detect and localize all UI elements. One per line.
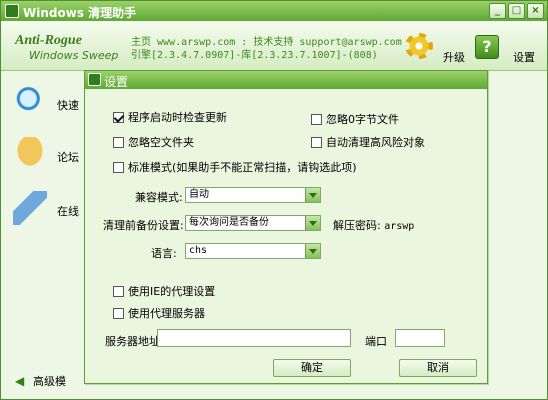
main-header: Anti-Rogue Windows Sweep 主页 www.arswp.co… xyxy=(1,21,547,71)
close-button[interactable]: × xyxy=(527,3,544,19)
checkbox-box[interactable] xyxy=(311,136,322,148)
language-select[interactable]: chs xyxy=(185,243,321,259)
cancel-button[interactable]: 取消 xyxy=(399,359,477,377)
checkbox-label: 使用代理服务器 xyxy=(128,307,205,320)
checkbox-box[interactable] xyxy=(113,111,124,123)
chevron-down-icon[interactable] xyxy=(305,244,320,258)
compat-mode-select[interactable]: 自动 xyxy=(185,187,321,203)
auto-clean-high-risk-checkbox[interactable]: 自动清理高风险对象 xyxy=(311,134,425,150)
sidebar-item-label: 在线 xyxy=(57,205,79,218)
checkbox-label: 使用IE的代理设置 xyxy=(128,285,216,298)
select-value: chs xyxy=(189,245,208,256)
checkbox-box[interactable] xyxy=(113,161,124,173)
checkbox-box[interactable] xyxy=(113,307,124,319)
select-value: 自动 xyxy=(189,189,209,200)
server-address-input[interactable] xyxy=(157,329,351,347)
unzip-password-value: arswp xyxy=(384,221,415,232)
language-label: 语言: xyxy=(151,247,177,260)
backup-setting-select[interactable]: 每次询问是否备份 xyxy=(185,215,321,231)
advanced-mode-link[interactable]: 高级模 xyxy=(33,373,66,389)
standard-mode-checkbox[interactable]: 标准模式(如果助手不能正常扫描，请钩选此项) xyxy=(113,159,357,175)
compat-mode-label: 兼容模式: xyxy=(135,191,183,204)
unzip-password-title: 解压密码: xyxy=(333,219,381,232)
ok-button[interactable]: 确定 xyxy=(273,359,351,377)
ignore-zero-byte-checkbox[interactable]: 忽略0字节文件 xyxy=(311,111,399,127)
checkbox-box[interactable] xyxy=(311,113,322,125)
checkbox-label: 标准模式(如果助手不能正常扫描，请钩选此项) xyxy=(128,161,357,174)
minimize-button[interactable]: _ xyxy=(489,3,506,19)
dialog-titlebar[interactable]: 设置 xyxy=(85,71,487,89)
checkbox-label: 程序启动时检查更新 xyxy=(128,111,227,124)
gear-icon[interactable] xyxy=(405,33,433,59)
settings-dialog: 设置 程序启动时检查更新 忽略0字节文件 忽略空文件夹 自动清理高风险对象 标准… xyxy=(84,70,488,384)
check-update-checkbox[interactable]: 程序启动时检查更新 xyxy=(113,109,227,125)
checkbox-box[interactable] xyxy=(113,136,124,148)
info-line2: 引擎[2.3.4.7.0907]-库[2.3.23.7.1007]-(808) xyxy=(131,50,378,61)
backup-setting-label: 清理前备份设置: xyxy=(103,219,184,232)
select-value: 每次询问是否备份 xyxy=(189,217,269,228)
dialog-app-icon xyxy=(88,73,101,86)
maximize-button[interactable]: □ xyxy=(508,3,525,19)
use-proxy-server-checkbox[interactable]: 使用代理服务器 xyxy=(113,305,205,321)
sidebar-item-online[interactable]: 在线 xyxy=(9,191,83,231)
server-address-label: 服务器地址 xyxy=(105,335,160,348)
checkbox-label: 忽略0字节文件 xyxy=(326,113,399,126)
unzip-password-label: 解压密码: arswp xyxy=(333,217,414,233)
window-title: Windows 清理助手 xyxy=(23,6,137,20)
use-ie-proxy-checkbox[interactable]: 使用IE的代理设置 xyxy=(113,283,215,299)
app-icon xyxy=(5,4,19,18)
sidebar-item-forum[interactable]: 论坛 xyxy=(9,137,83,177)
checkbox-box[interactable] xyxy=(113,285,124,297)
sidebar-item-label: 论坛 xyxy=(57,151,79,164)
sidebar-item-label: 快速 xyxy=(57,99,79,112)
sidebar-item-quick[interactable]: 快速 xyxy=(9,85,83,125)
chevron-down-icon[interactable] xyxy=(305,188,320,202)
port-label: 端口 xyxy=(365,335,387,348)
online-icon xyxy=(13,191,47,225)
logo-line2: Windows Sweep xyxy=(29,49,119,62)
chevron-down-icon[interactable] xyxy=(305,216,320,230)
checkbox-label: 自动清理高风险对象 xyxy=(326,136,425,149)
upgrade-label[interactable]: 升级 xyxy=(443,49,465,65)
dialog-title: 设置 xyxy=(104,75,129,89)
magnifier-icon xyxy=(13,85,47,119)
arrow-left-icon: ◀ xyxy=(15,374,25,388)
ignore-empty-folder-checkbox[interactable]: 忽略空文件夹 xyxy=(113,134,194,150)
port-input[interactable] xyxy=(395,329,445,347)
main-titlebar[interactable]: Windows 清理助手 _ □ × xyxy=(1,1,547,21)
logo-line1: Anti-Rogue xyxy=(15,33,82,48)
checkbox-label: 忽略空文件夹 xyxy=(128,136,194,149)
settings-label[interactable]: 设置 xyxy=(513,49,535,65)
help-icon[interactable]: ? xyxy=(475,35,499,59)
forum-icon xyxy=(13,137,47,171)
